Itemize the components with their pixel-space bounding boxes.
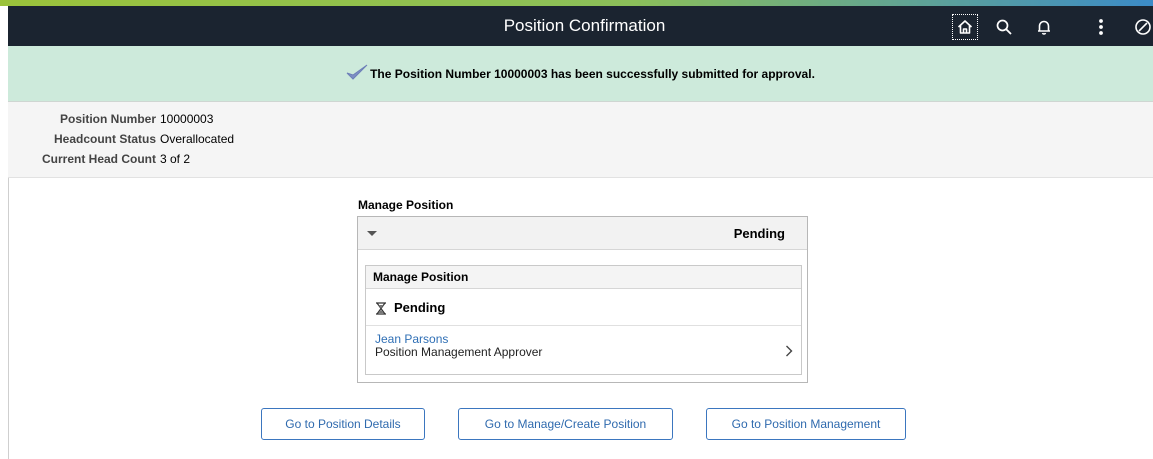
current-head-count-value: 3 of 2 <box>160 152 191 166</box>
checkmark-icon <box>346 64 368 83</box>
approval-status-row: Pending <box>366 289 801 326</box>
search-icon[interactable] <box>991 14 1017 40</box>
headcount-status-value: Overallocated <box>160 132 235 146</box>
nav-bar-icon[interactable] <box>1130 14 1153 40</box>
header-status-text: Pending <box>733 226 785 241</box>
hourglass-icon <box>375 302 387 318</box>
approver-row[interactable]: Jean Parsons Position Management Approve… <box>366 326 801 374</box>
go-to-position-details-button[interactable]: Go to Position Details <box>261 408 425 440</box>
manage-position-heading: Manage Position <box>358 198 454 212</box>
approval-card: Manage Position Pending Jean Parsons Pos… <box>365 265 802 375</box>
left-border-line <box>8 178 9 459</box>
caret-down-icon[interactable] <box>367 231 377 236</box>
position-number-value: 10000003 <box>160 112 214 126</box>
more-options-icon[interactable] <box>1088 14 1114 40</box>
success-banner: The Position Number 10000003 has been su… <box>8 46 1153 102</box>
headcount-status-label: Headcount Status <box>53 132 156 146</box>
page-header: Position Confirmation <box>0 6 1153 46</box>
home-icon[interactable] <box>952 14 978 40</box>
current-head-count-label: Current Head Count <box>42 152 156 166</box>
success-message: The Position Number 10000003 has been su… <box>370 66 815 81</box>
approval-card-title: Manage Position <box>366 266 801 289</box>
go-to-manage-create-position-button[interactable]: Go to Manage/Create Position <box>458 408 673 440</box>
position-number-label: Position Number <box>59 112 156 126</box>
chevron-right-icon[interactable] <box>785 345 793 360</box>
approver-role: Position Management Approver <box>375 345 543 359</box>
approver-name-link[interactable]: Jean Parsons <box>375 332 448 346</box>
bell-icon[interactable] <box>1031 14 1057 40</box>
go-to-position-management-button[interactable]: Go to Position Management <box>706 408 906 440</box>
approval-status-text: Pending <box>394 300 446 315</box>
position-info-panel: Position Number 10000003 Headcount Statu… <box>8 102 1153 178</box>
manage-position-panel: Pending Manage Position Pending Jean Par… <box>357 216 808 383</box>
manage-position-collapsible-header[interactable]: Pending <box>358 217 807 250</box>
page-title: Position Confirmation <box>503 16 666 35</box>
